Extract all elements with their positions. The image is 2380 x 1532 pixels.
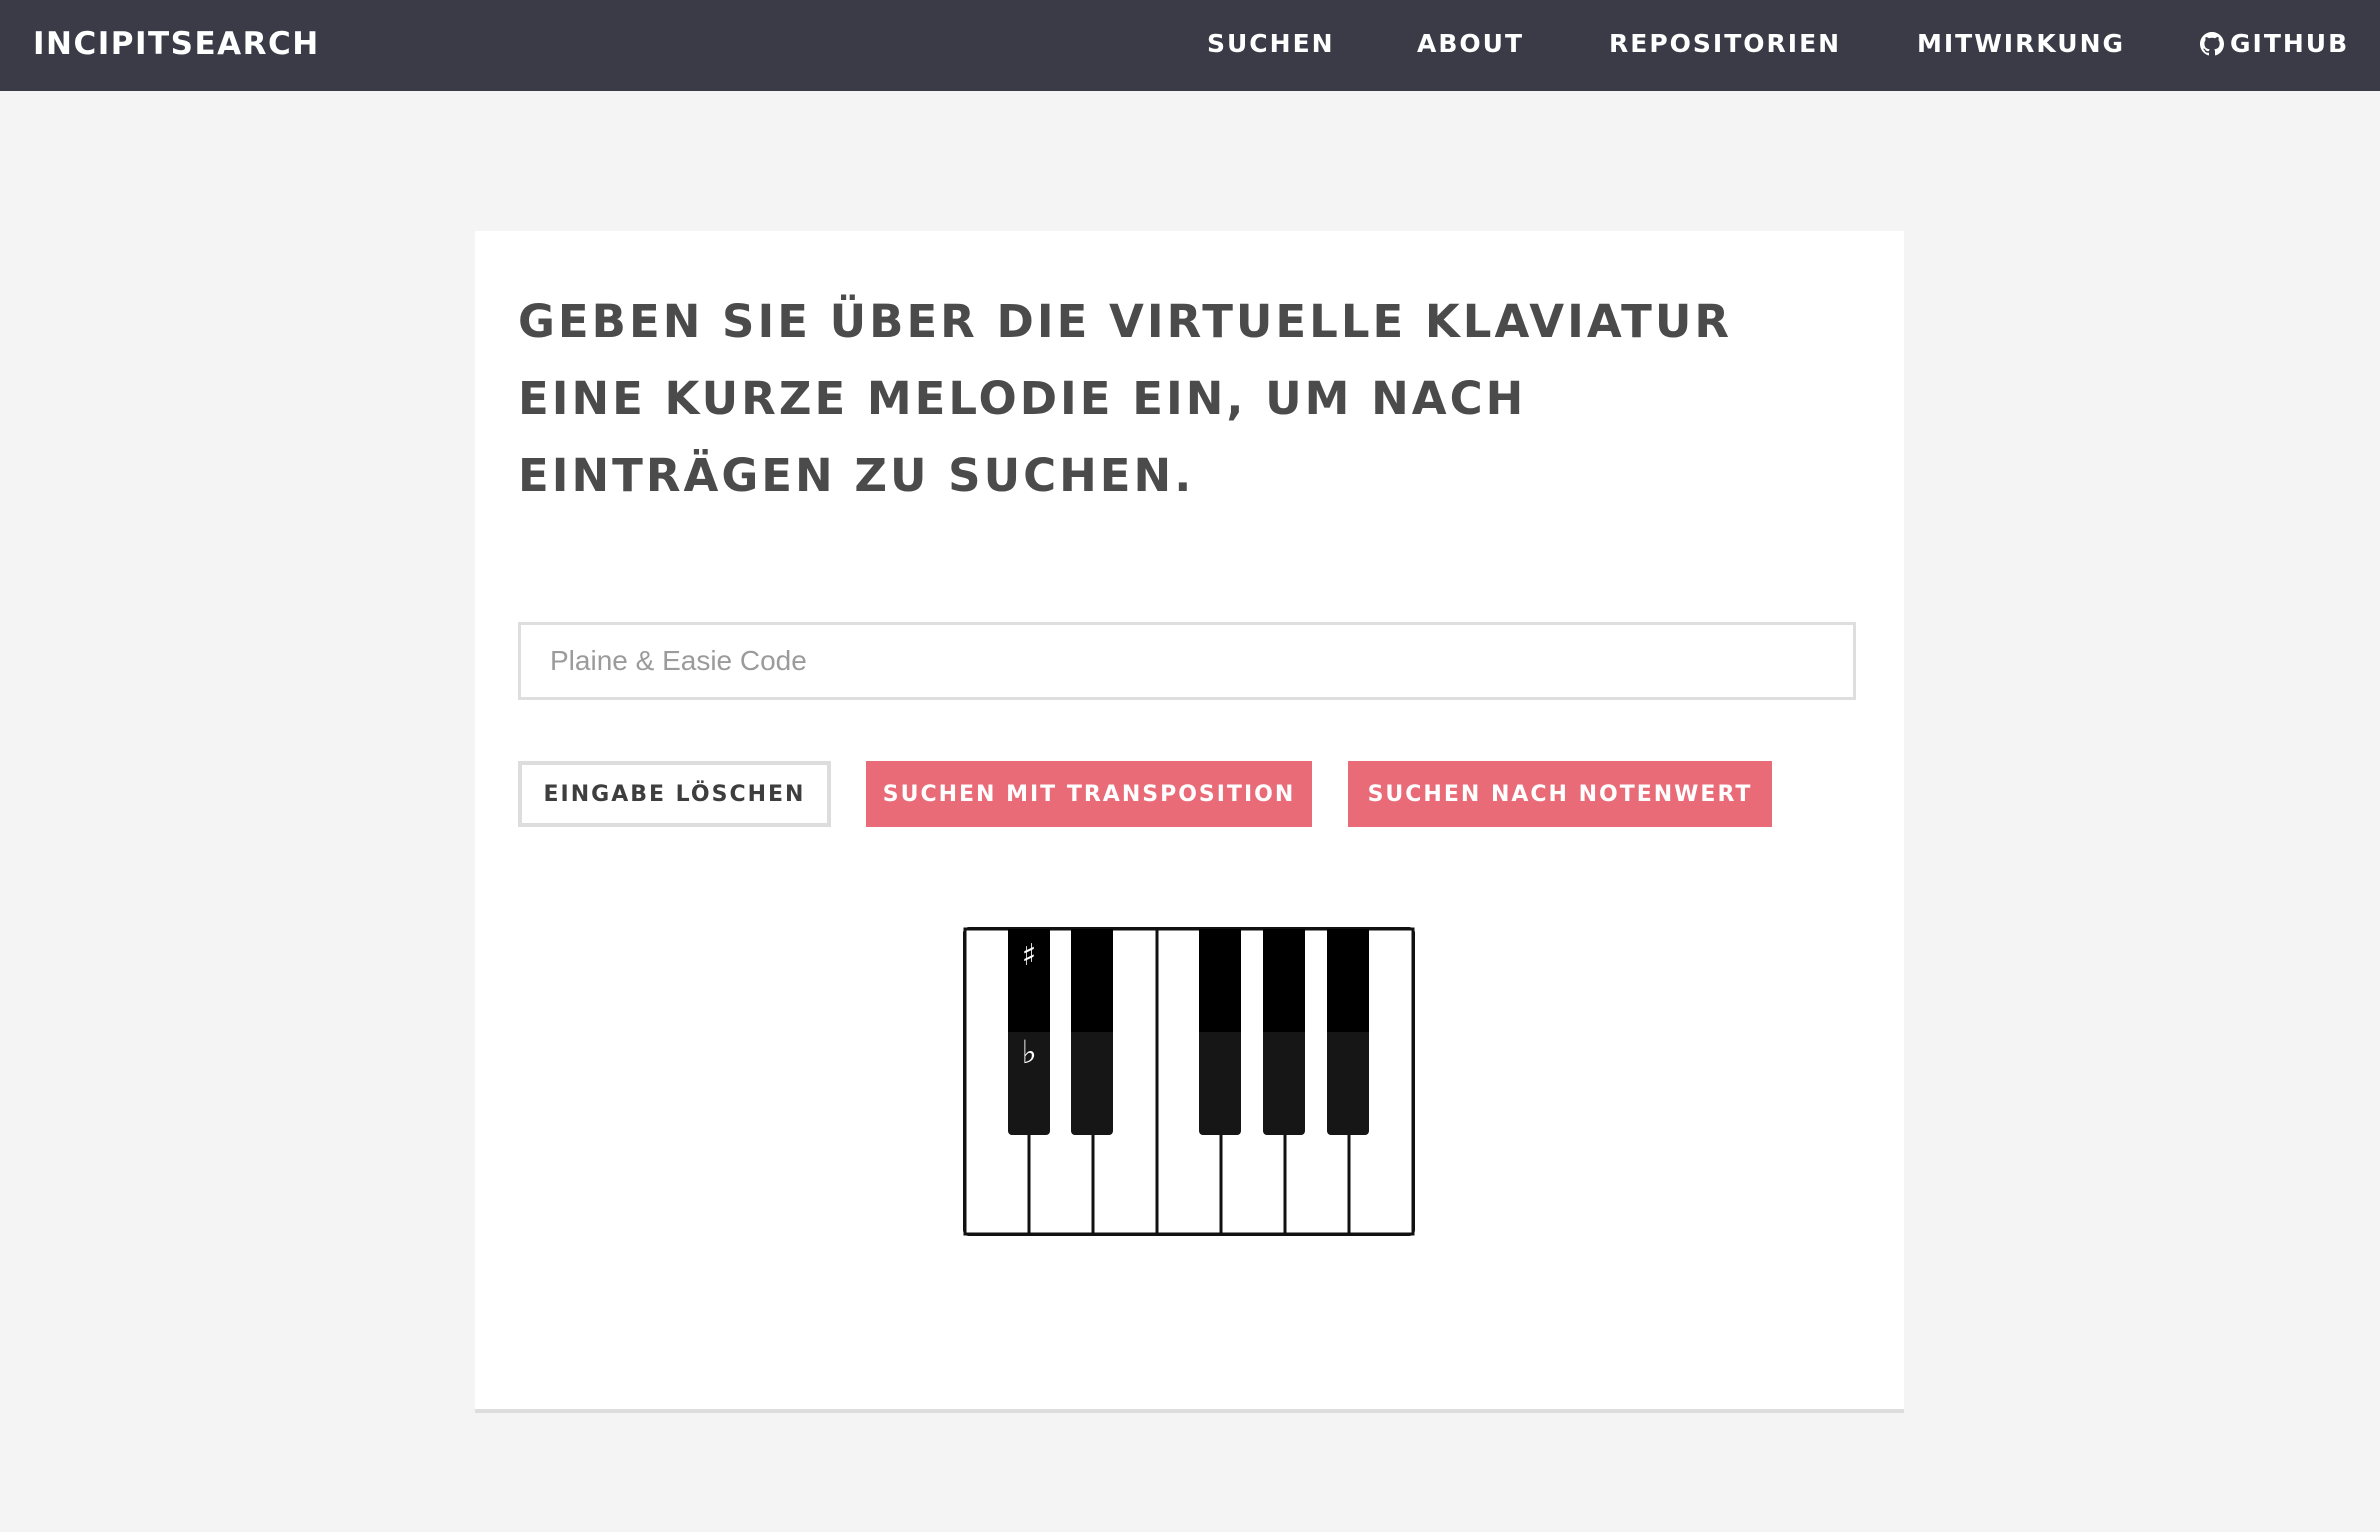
flat-icon: ♭ (1021, 1033, 1036, 1071)
page-instruction-heading: GEBEN SIE ÜBER DIE VIRTUELLE KLAVIATUR E… (518, 295, 1733, 502)
github-label: GITHUB (2230, 29, 2350, 58)
nav-item-suchen[interactable]: SUCHEN (1207, 25, 1335, 63)
virtual-piano-keyboard: ♯ ♭ (963, 927, 1415, 1236)
search-with-transposition-button[interactable]: SUCHEN MIT TRANSPOSITION (866, 761, 1312, 827)
clear-input-button[interactable]: EINGABE LÖSCHEN (518, 761, 831, 827)
black-key-d-sharp[interactable] (1071, 929, 1113, 1135)
brand-logo[interactable]: INCIPITSEARCH (33, 24, 320, 64)
black-key-f-sharp[interactable] (1199, 929, 1241, 1135)
plaine-easie-code-input[interactable] (518, 622, 1856, 700)
search-by-note-value-button[interactable]: SUCHEN NACH NOTENWERT (1348, 761, 1772, 827)
nav-item-repositorien[interactable]: REPOSITORIEN (1609, 25, 1841, 63)
nav-item-mitwirkung[interactable]: MITWIRKUNG (1917, 25, 2125, 63)
top-navigation-bar: INCIPITSEARCH SUCHEN ABOUT REPOSITORIEN … (0, 0, 2380, 91)
black-key-a-sharp[interactable] (1327, 929, 1369, 1135)
github-icon (2200, 32, 2224, 56)
black-key-g-sharp[interactable] (1263, 929, 1305, 1135)
nav-item-github[interactable]: GITHUB (2200, 25, 2349, 63)
nav-item-about[interactable]: ABOUT (1417, 25, 1524, 63)
sharp-icon: ♯ (1022, 938, 1037, 973)
search-card: GEBEN SIE ÜBER DIE VIRTUELLE KLAVIATUR E… (475, 231, 1904, 1413)
